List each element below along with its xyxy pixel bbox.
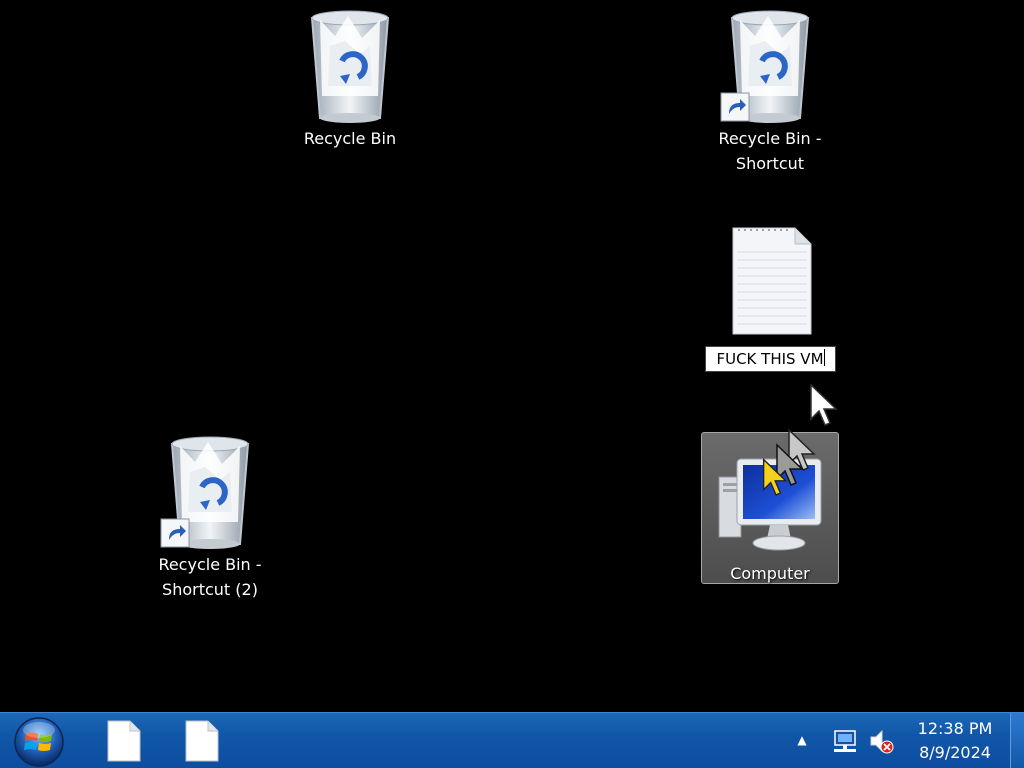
blank-document-icon	[185, 720, 219, 762]
shortcut-arrow-icon	[720, 92, 750, 122]
blank-document-icon	[107, 720, 141, 762]
desktop[interactable]: Recycle Bin Recycle Bin - Shortcut FUCK …	[0, 0, 1024, 712]
text-caret	[823, 349, 825, 366]
show-desktop-button[interactable]	[1010, 713, 1024, 768]
recycle-bin-label: Recycle Bin	[303, 129, 397, 148]
recycle-bin-shortcut-2-desktop-icon[interactable]: Recycle Bin - Shortcut (2)	[140, 432, 280, 602]
recycle-bin-shortcut-desktop-icon[interactable]: Recycle Bin - Shortcut	[700, 6, 840, 176]
recycle-bin-icon	[160, 432, 260, 552]
taskbar: ▲ 12:38 PM 8/9/2024	[0, 712, 1024, 768]
computer-label: Computer	[730, 564, 810, 583]
recycle-bin-desktop-icon[interactable]: Recycle Bin	[280, 6, 420, 151]
volume-muted-icon	[870, 729, 894, 754]
network-tray-button[interactable]	[832, 728, 858, 754]
clock-date: 8/9/2024	[919, 743, 991, 762]
recycle-bin-icon	[300, 6, 400, 126]
show-hidden-icons-button[interactable]: ▲	[793, 731, 811, 749]
taskbar-document-1[interactable]	[102, 719, 146, 763]
text-document-icon	[725, 222, 815, 337]
shortcut-arrow-icon	[160, 518, 190, 548]
volume-tray-button[interactable]	[868, 728, 894, 754]
windows-logo-icon	[14, 717, 64, 767]
mouse-cursor-highlight-icon	[762, 458, 788, 496]
recycle-bin-icon	[720, 6, 820, 126]
rename-input[interactable]: FUCK THIS VM	[705, 346, 836, 372]
mouse-cursor-icon	[810, 383, 838, 426]
network-icon	[834, 730, 856, 752]
recycle-bin-shortcut-label: Recycle Bin - Shortcut	[718, 129, 822, 173]
text-file-desktop-icon[interactable]: FUCK THIS VM	[700, 222, 840, 372]
taskbar-document-2[interactable]	[180, 719, 224, 763]
clock-time: 12:38 PM	[917, 719, 993, 738]
system-clock[interactable]: 12:38 PM 8/9/2024	[905, 717, 1005, 765]
start-button[interactable]	[10, 714, 68, 768]
rename-input-text: FUCK THIS VM	[716, 350, 824, 368]
recycle-bin-shortcut-2-label: Recycle Bin - Shortcut (2)	[158, 555, 262, 599]
